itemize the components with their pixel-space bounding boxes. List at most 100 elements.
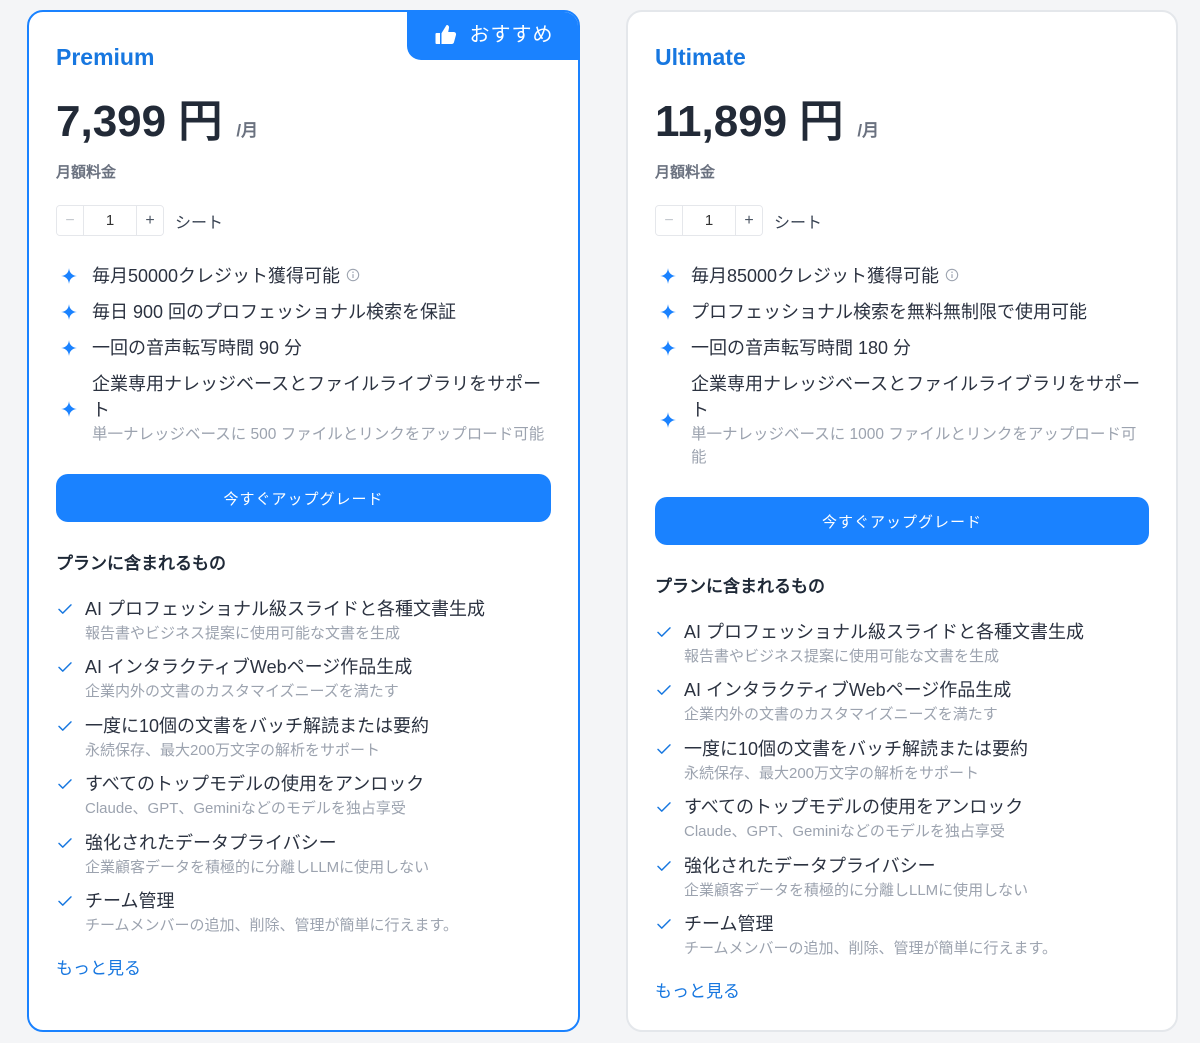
sparkle-icon	[56, 303, 92, 321]
highlight-subtext: 単一ナレッジベースに 1000 ファイルとリンクをアップロード可能	[691, 426, 1137, 466]
included-subtext: 企業顧客データを積極的に分離しLLMに使用しない	[684, 881, 1029, 899]
sparkle-icon	[655, 267, 691, 285]
seat-decrement-button[interactable]: −	[656, 206, 683, 235]
check-icon	[655, 736, 684, 762]
included-title: すべてのトップモデルの使用をアンロック	[684, 797, 1024, 818]
included-title: チーム管理	[684, 913, 774, 934]
included-item: AI インタラクティブWebページ作品生成 企業内外の文書のカスタマイズニーズを満…	[56, 654, 551, 703]
price-note: 月額料金	[56, 164, 117, 181]
check-icon	[655, 794, 684, 820]
highlight-text: プロフェッショナル検索を無料無制限で使用可能	[691, 302, 1087, 322]
included-item: AI プロフェッショナル級スライドと各種文書生成 報告書やビジネス提案に使用可能な…	[56, 596, 551, 645]
sparkle-icon	[655, 339, 691, 357]
highlight-text: 毎月50000クレジット獲得可能	[92, 266, 341, 286]
plan-card-premium: おすすめ Premium 7,399 円 /月 月額料金 − + シート 毎月5…	[27, 10, 580, 1032]
check-icon	[56, 596, 85, 622]
highlight-text: 一回の音声転写時間 180 分	[691, 338, 912, 358]
upgrade-button[interactable]: 今すぐアップグレード	[655, 497, 1149, 545]
check-icon	[56, 654, 85, 680]
upgrade-button[interactable]: 今すぐアップグレード	[56, 474, 551, 522]
included-title: 強化されたデータプライバシー	[684, 855, 936, 876]
price-unit: /月	[857, 121, 880, 140]
included-title: AI プロフェッショナル級スライドと各種文書生成	[684, 622, 1085, 642]
included-item: AI インタラクティブWebページ作品生成 企業内外の文書のカスタマイズニーズを満…	[655, 677, 1149, 726]
included-title: AI プロフェッショナル級スライドと各種文書生成	[85, 599, 486, 619]
highlight-text: 企業専用ナレッジベースとファイルライブラリをサポート	[691, 374, 1141, 420]
check-icon	[655, 911, 684, 937]
included-list: AI プロフェッショナル級スライドと各種文書生成 報告書やビジネス提案に使用可能な…	[655, 619, 1149, 960]
included-subtext: チームメンバーの追加、削除、管理が簡単に行えます。	[85, 916, 459, 934]
check-icon	[655, 677, 684, 703]
check-icon	[56, 713, 85, 739]
info-icon[interactable]	[346, 268, 360, 282]
thumbs-up-icon	[434, 23, 458, 47]
seat-label: シート	[175, 214, 224, 232]
price-row: 7,399 円 /月	[56, 94, 551, 150]
highlight-item: プロフェッショナル検索を無料無制限で使用可能	[655, 299, 1149, 325]
included-subtext: 報告書やビジネス提案に使用可能な文書を生成	[684, 648, 1000, 665]
check-icon	[56, 830, 85, 856]
included-title: すべてのトップモデルの使用をアンロック	[85, 774, 425, 795]
included-subtext: Claude、GPT、Geminiなどのモデルを独占享受	[684, 823, 1005, 841]
price-amount: 11,899 円	[655, 97, 844, 146]
included-subtext: 報告書やビジネス提案に使用可能な文書を生成	[85, 625, 401, 642]
seat-decrement-button[interactable]: −	[57, 206, 84, 235]
highlight-text: 毎日 900 回のプロフェッショナル検索を保証	[92, 302, 457, 322]
included-subtext: 永続保存、最大200万文字の解析をサポート	[684, 764, 980, 782]
sparkle-icon	[655, 411, 691, 429]
included-item: すべてのトップモデルの使用をアンロック Claude、GPT、Geminiなどのモ…	[655, 794, 1149, 843]
recommended-badge: おすすめ	[407, 12, 578, 60]
see-more-link[interactable]: もっと見る	[655, 979, 740, 1005]
highlight-list: 毎月85000クレジット獲得可能 プロフェッショナル検索を無料無制限で使用可能 …	[655, 263, 1149, 469]
check-icon	[56, 888, 85, 914]
included-item: 強化されたデータプライバシー企業顧客データを積極的に分離しLLMに使用しない	[56, 830, 551, 879]
included-title: AI インタラクティブWebページ作品生成	[684, 680, 1012, 701]
highlight-item: 一回の音声転写時間 90 分	[56, 335, 551, 361]
seat-stepper: − +	[655, 205, 763, 236]
highlight-item: 企業専用ナレッジベースとファイルライブラリをサポート 単一ナレッジベースに 10…	[655, 371, 1149, 469]
included-title: 強化されたデータプライバシー	[85, 832, 337, 853]
highlight-item: 一回の音声転写時間 180 分	[655, 335, 1149, 361]
highlight-item: 企業専用ナレッジベースとファイルライブラリをサポート 単一ナレッジベースに 50…	[56, 371, 551, 446]
seat-selector: − + シート	[56, 205, 551, 236]
included-subtext: 永続保存、最大200万文字の解析をサポート	[85, 741, 381, 759]
badge-label: おすすめ	[469, 24, 554, 46]
price-unit: /月	[236, 121, 259, 140]
included-title: AI インタラクティブWebページ作品生成	[85, 657, 413, 678]
check-icon	[655, 619, 684, 645]
included-subtext: Claude、GPT、Geminiなどのモデルを独占享受	[85, 800, 406, 818]
sparkle-icon	[56, 267, 92, 285]
price-row: 11,899 円 /月	[655, 94, 1149, 150]
included-title: 一度に10個の文書をバッチ解読または要約	[684, 738, 1029, 759]
included-item: チーム管理 チームメンバーの追加、削除、管理が簡単に行えます。	[655, 911, 1149, 960]
see-more-link[interactable]: もっと見る	[56, 956, 141, 982]
seat-count-input[interactable]	[683, 206, 735, 235]
info-icon[interactable]	[945, 268, 959, 282]
highlight-item: 毎日 900 回のプロフェッショナル検索を保証	[56, 299, 551, 325]
included-title: チーム管理	[85, 890, 175, 911]
plan-card-ultimate: Ultimate 11,899 円 /月 月額料金 − + シート 毎月8500…	[626, 10, 1178, 1032]
seat-count-input[interactable]	[84, 206, 136, 235]
plan-name: Ultimate	[655, 44, 746, 70]
seat-increment-button[interactable]: +	[735, 206, 762, 235]
included-item: AI プロフェッショナル級スライドと各種文書生成 報告書やビジネス提案に使用可能な…	[655, 619, 1149, 668]
highlight-subtext: 単一ナレッジベースに 500 ファイルとリンクをアップロード可能	[92, 426, 545, 443]
seat-selector: − + シート	[655, 205, 1149, 236]
highlight-text: 毎月85000クレジット獲得可能	[691, 266, 940, 286]
price-amount: 7,399 円	[56, 97, 223, 146]
included-subtext: 企業内外の文書のカスタマイズニーズを満たす	[85, 683, 399, 701]
included-item: 一度に10個の文書をバッチ解読または要約 永続保存、最大200万文字の解析をサポー…	[56, 713, 551, 762]
included-title: 一度に10個の文書をバッチ解読または要約	[85, 715, 430, 736]
highlight-list: 毎月50000クレジット獲得可能 毎日 900 回のプロフェッショナル検索を保証…	[56, 263, 551, 446]
included-list: AI プロフェッショナル級スライドと各種文書生成 報告書やビジネス提案に使用可能な…	[56, 596, 551, 937]
seat-increment-button[interactable]: +	[136, 206, 163, 235]
sparkle-icon	[655, 303, 691, 321]
check-icon	[655, 853, 684, 879]
seat-label: シート	[774, 214, 823, 232]
highlight-text: 一回の音声転写時間 90 分	[92, 338, 303, 358]
highlight-item: 毎月85000クレジット獲得可能	[655, 263, 1149, 289]
included-subtext: 企業顧客データを積極的に分離しLLMに使用しない	[85, 858, 430, 876]
included-subtext: 企業内外の文書のカスタマイズニーズを満たす	[684, 706, 998, 724]
sparkle-icon	[56, 339, 92, 357]
highlight-item: 毎月50000クレジット獲得可能	[56, 263, 551, 289]
